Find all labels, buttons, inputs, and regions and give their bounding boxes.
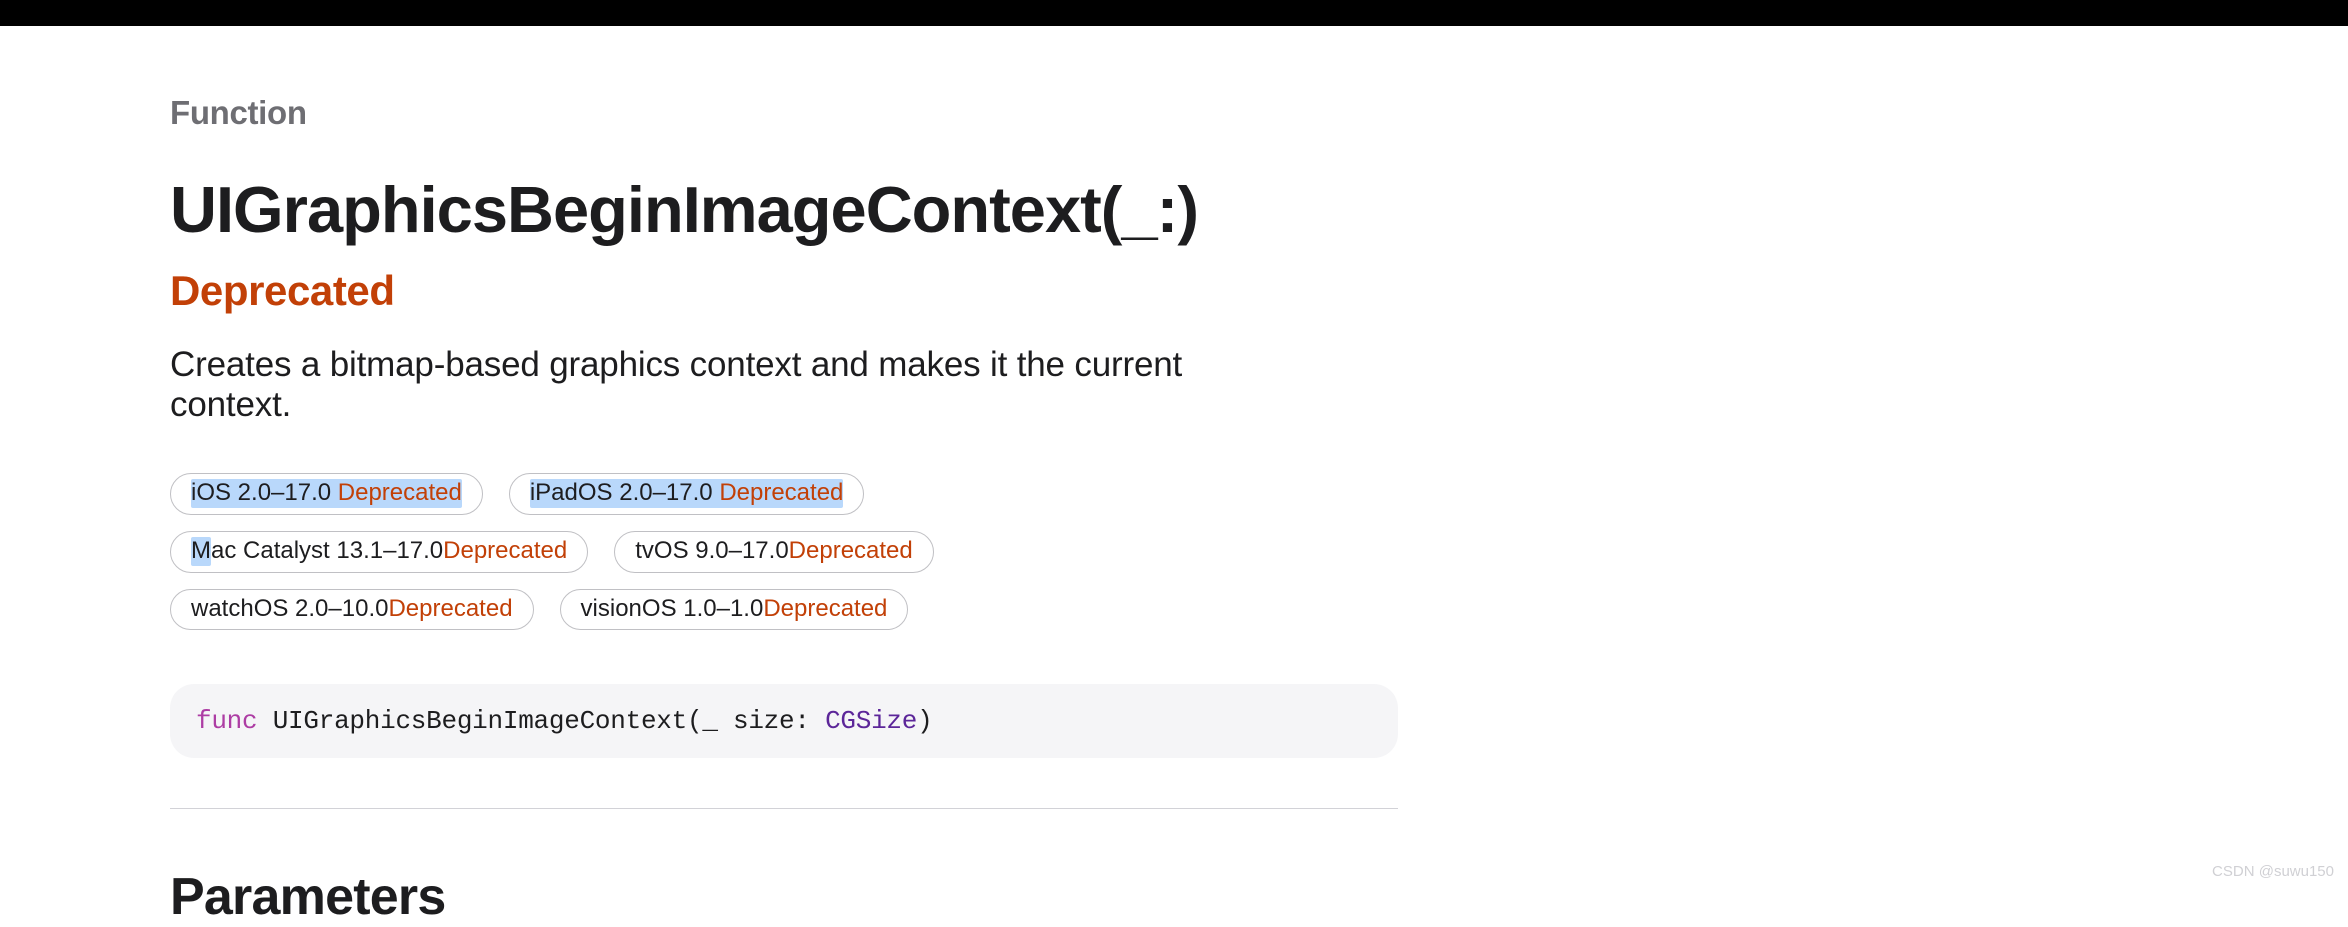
pill-status: Deprecated [789, 537, 913, 566]
pill-platform: visionOS 1.0–1.0 [581, 595, 764, 624]
availability-pill: watchOS 2.0–10.0 Deprecated [170, 589, 534, 631]
main-content: Function UIGraphicsBeginImageContext(_:)… [0, 26, 1400, 927]
parameters-heading: Parameters [170, 867, 1230, 927]
availability-pill: iOS 2.0–17.0 Deprecated [170, 473, 483, 515]
pill-platform: iPadOS 2.0–17.0 Deprecated [530, 479, 844, 508]
pill-status: Deprecated [719, 479, 843, 506]
section-divider [170, 808, 1398, 809]
watermark: CSDN @suwu150 [2212, 863, 2334, 880]
pill-status: Deprecated [443, 537, 567, 566]
code-param: size [718, 706, 795, 736]
pill-platform: tvOS 9.0–17.0 [635, 537, 788, 566]
pill-status: Deprecated [388, 595, 512, 624]
pill-platform-first-char: M [191, 537, 211, 566]
top-nav-bar [0, 0, 2348, 26]
availability-pill: iPadOS 2.0–17.0 Deprecated [509, 473, 865, 515]
page-title: UIGraphicsBeginImageContext(_:) [170, 172, 1198, 247]
code-close: ) [917, 706, 932, 736]
code-colon: : [794, 706, 825, 736]
summary-text: Creates a bitmap-based graphics context … [170, 345, 1230, 425]
pill-platform: iOS 2.0–17.0 Deprecated [191, 479, 462, 508]
pill-platform-rest: ac Catalyst 13.1–17.0 [211, 537, 443, 566]
availability-pill: Mac Catalyst 13.1–17.0 Deprecated [170, 531, 588, 573]
availability-pills: iOS 2.0–17.0 Deprecated iPadOS 2.0–17.0 D… [170, 473, 1230, 630]
pill-status: Deprecated [338, 479, 462, 506]
code-name: UIGraphicsBeginImageContext( [257, 706, 702, 736]
pill-platform: watchOS 2.0–10.0 [191, 595, 388, 624]
deprecated-badge: Deprecated [170, 267, 395, 315]
code-keyword: func [196, 706, 257, 736]
declaration-code: func UIGraphicsBeginImageContext(_ size:… [170, 684, 1398, 758]
code-type: CGSize [825, 706, 917, 736]
code-anon: _ [702, 706, 717, 736]
title-row: UIGraphicsBeginImageContext(_:) Deprecat… [170, 172, 1230, 315]
availability-pill: tvOS 9.0–17.0 Deprecated [614, 531, 934, 573]
pill-status: Deprecated [763, 595, 887, 624]
availability-pill: visionOS 1.0–1.0 Deprecated [560, 589, 909, 631]
eyebrow-label: Function [170, 94, 1230, 132]
